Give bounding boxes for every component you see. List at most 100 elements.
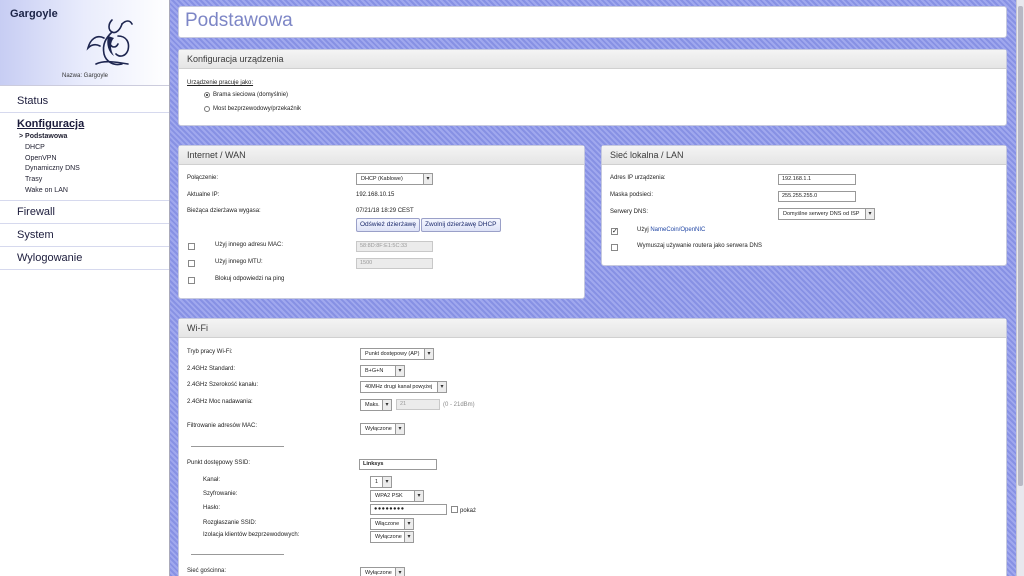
scrollbar-thumb[interactable] [1018, 6, 1023, 486]
nav-sub-ddns[interactable]: Dynamiczny DNS [0, 164, 169, 175]
password-label: Hasło: [203, 505, 221, 511]
lan-mask-input[interactable]: 255.255.255.0 [778, 191, 856, 202]
wifi-power-range: (0 - 21dBm) [443, 402, 475, 408]
wan-ip-label: Aktualne IP: [187, 192, 220, 198]
brand-header: Gargoyle Nazwa: Gargoyle [0, 0, 169, 86]
mac-filter-label: Filtrowanie adresów MAC: [187, 423, 258, 429]
wan-mac-checkbox[interactable] [188, 243, 195, 250]
show-password-checkbox[interactable] [451, 506, 458, 513]
wan-mtu-input[interactable]: 1500 [356, 258, 433, 269]
nav-firewall[interactable]: Firewall [0, 201, 169, 224]
chevron-down-icon: ▾ [423, 174, 432, 184]
wan-connection-select[interactable]: DHCP (Kablowe) ▾ [356, 173, 433, 185]
chevron-down-icon: ▾ [437, 382, 446, 392]
wifi-power-value: Maks. [365, 402, 380, 408]
chevron-down-icon: ▾ [404, 532, 413, 542]
chevron-down-icon: ▾ [395, 424, 404, 434]
radio-gateway-label: Brama sieciowa (domyślnie) [213, 92, 289, 98]
broadcast-value: Włączone [375, 521, 400, 527]
guest-value: Wyłączone [365, 570, 392, 576]
wan-header: Internet / WAN [179, 146, 584, 165]
wifi-width-label: 2.4GHz Szerokość kanału: [187, 382, 259, 388]
sidebar: Gargoyle Nazwa: Gargoyle Status Konfigur… [0, 0, 170, 576]
wan-connection-label: Połączenie: [187, 175, 219, 181]
wifi-power-select[interactable]: Maks. ▾ [360, 399, 392, 411]
device-name: Nazwa: Gargoyle [61, 73, 109, 79]
lan-dns-value: Domyślne serwery DNS od ISP [783, 211, 860, 217]
nav-status[interactable]: Status [0, 90, 169, 113]
release-lease-button[interactable]: Zwolnij dzierżawę DHCP [421, 218, 501, 232]
encryption-select[interactable]: WPA2 PSK ▾ [370, 490, 424, 502]
nav-logout[interactable]: Wylogowanie [0, 247, 169, 270]
encryption-value: WPA2 PSK [375, 493, 403, 499]
device-config-panel: Konfiguracja urządzenia Urządzenie pracu… [178, 49, 1007, 126]
wan-ping-label: Blokuj odpowiedzi na ping [215, 276, 285, 282]
wan-mac-input[interactable]: 58:8D:8F:E1:5C:33 [356, 241, 433, 252]
page-title-box: Podstawowa [178, 6, 1007, 38]
isolation-select[interactable]: Wyłączone ▾ [370, 531, 414, 543]
namecoin-prefix: Użyj [637, 227, 651, 233]
lan-ip-label: Adres IP urządzenia: [610, 175, 666, 181]
app-title: Gargoyle [10, 8, 58, 20]
wan-panel: Internet / WAN Połączenie: DHCP (Kablowe… [178, 145, 585, 299]
chevron-down-icon: ▾ [865, 209, 874, 219]
renew-lease-button[interactable]: Odśwież dzierżawę [356, 218, 420, 232]
chevron-down-icon: ▾ [382, 477, 391, 487]
wifi-width-select[interactable]: 40MHz drugi kanał powyżej ▾ [360, 381, 447, 393]
wifi-standard-label: 2.4GHz Standard: [187, 366, 236, 372]
page-scrollbar[interactable] [1016, 0, 1024, 576]
channel-value: 1 [375, 479, 379, 485]
divider [191, 446, 284, 447]
wifi-mode-label: Tryb pracy Wi-Fi: [187, 349, 233, 355]
broadcast-select[interactable]: Włączone ▾ [370, 518, 414, 530]
mac-filter-value: Wyłączone [365, 426, 392, 432]
nav-sub-dhcp[interactable]: DHCP [0, 143, 169, 154]
chevron-down-icon: ▾ [414, 491, 423, 501]
lan-dns-label: Serwery DNS: [610, 209, 649, 215]
wan-mtu-label: Użyj innego MTU: [215, 259, 263, 265]
wifi-mode-value: Punkt dostępowy (AP) [365, 351, 420, 357]
force-dns-checkbox[interactable] [611, 244, 618, 251]
nav-config-submenu: > Podstawowa DHCP OpenVPN Dynamiczny DNS… [0, 132, 169, 201]
password-input[interactable]: ●●●●●●●● [370, 504, 447, 515]
chevron-down-icon: ▾ [395, 568, 404, 576]
guest-select[interactable]: Wyłączone ▾ [360, 567, 405, 576]
broadcast-label: Rozgłaszanie SSID: [203, 520, 257, 526]
namecoin-checkbox[interactable]: ✓ [611, 228, 618, 235]
channel-select[interactable]: 1 ▾ [370, 476, 392, 488]
wan-connection-value: DHCP (Kablowe) [361, 176, 403, 182]
nav-system[interactable]: System [0, 224, 169, 247]
wifi-width-value: 40MHz drugi kanał powyżej [365, 384, 433, 390]
wan-mtu-checkbox[interactable] [188, 260, 195, 267]
radio-bridge-label: Most bezprzewodowy/przekaźnik [213, 106, 302, 112]
nav-config[interactable]: Konfiguracja [0, 113, 169, 132]
radio-gateway[interactable] [204, 92, 210, 98]
lan-header: Sieć lokalna / LAN [602, 146, 1006, 165]
channel-label: Kanał: [203, 477, 221, 483]
wifi-panel: Wi-Fi Tryb pracy Wi-Fi: Punkt dostępowy … [178, 318, 1007, 576]
wifi-mode-select[interactable]: Punkt dostępowy (AP) ▾ [360, 348, 434, 360]
namecoin-link[interactable]: NameCoin/OpenNIC [650, 227, 705, 233]
mac-filter-select[interactable]: Wyłączone ▾ [360, 423, 405, 435]
nav-sub-routes[interactable]: Trasy [0, 175, 169, 186]
nav-sub-openvpn[interactable]: OpenVPN [0, 154, 169, 165]
lan-ip-input[interactable]: 192.168.1.1 [778, 174, 856, 185]
wifi-standard-select[interactable]: B+G+N ▾ [360, 365, 405, 377]
lan-dns-select[interactable]: Domyślne serwery DNS od ISP ▾ [778, 208, 875, 220]
ssid-input[interactable]: Linksys [359, 459, 437, 470]
isolation-value: Wyłączone [375, 534, 402, 540]
wifi-power-label: 2.4GHz Moc nadawania: [187, 399, 253, 405]
namecoin-label: Użyj NameCoin/OpenNIC [637, 227, 705, 233]
lan-panel: Sieć lokalna / LAN Adres IP urządzenia: … [601, 145, 1007, 266]
nav-sub-wol[interactable]: Wake on LAN [0, 186, 169, 197]
wan-ping-checkbox[interactable] [188, 277, 195, 284]
wan-ip-value: 192.168.10.15 [356, 192, 395, 198]
lan-mask-label: Maska podsieci: [610, 192, 654, 198]
radio-bridge[interactable] [204, 106, 210, 112]
wifi-header: Wi-Fi [179, 319, 1006, 338]
nav-sub-basic[interactable]: > Podstawowa [0, 132, 169, 143]
chevron-down-icon: ▾ [395, 366, 404, 376]
divider [191, 554, 284, 555]
wan-lease-value: 07/21/18 18:29 CEST [356, 208, 414, 214]
wifi-power-input[interactable]: 21 [396, 399, 440, 410]
